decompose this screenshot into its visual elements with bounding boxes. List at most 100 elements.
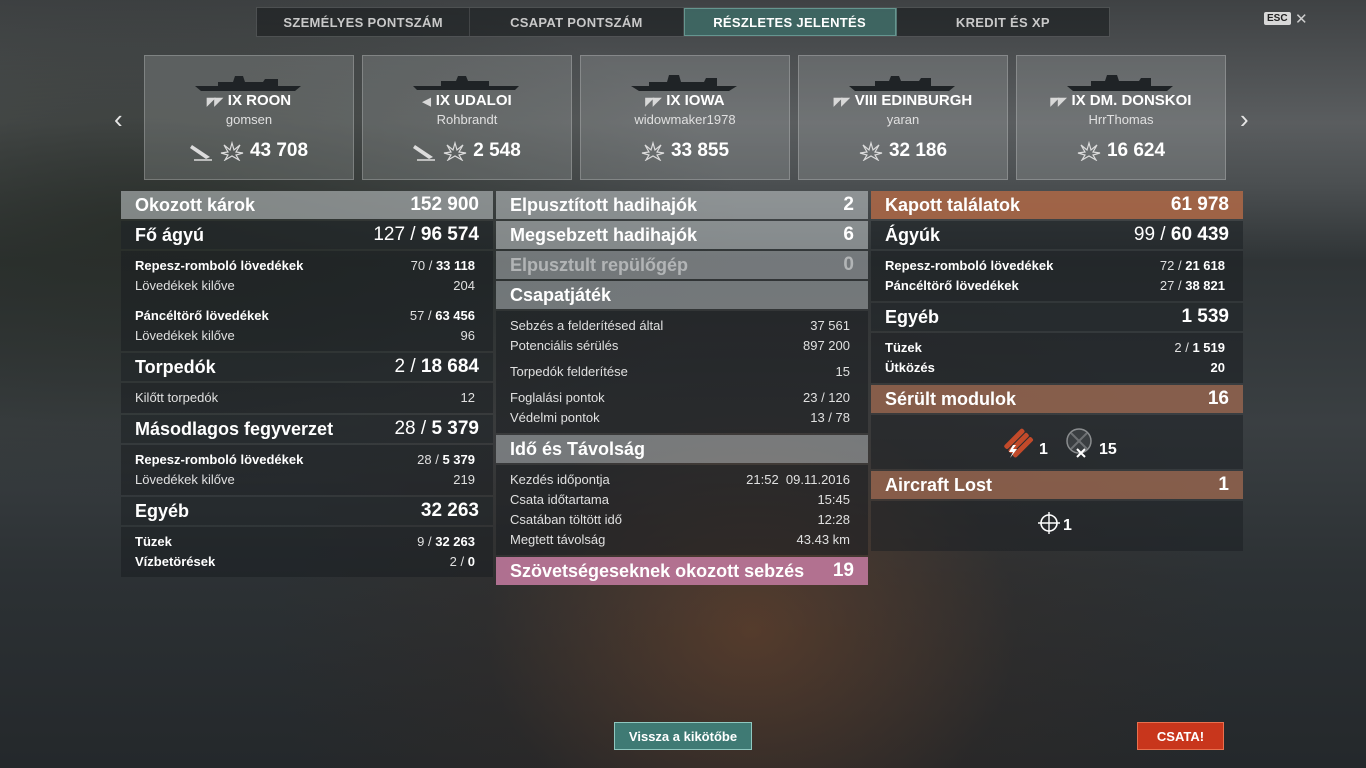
stat-row: Kezdés időpontja 21:52 09.11.2016: [510, 471, 850, 487]
ship-name: EDINBURGH: [881, 92, 973, 109]
close-icon[interactable]: ✕: [1295, 10, 1308, 28]
main-battery-header: Fő ágyú 127 / 96 574: [121, 221, 493, 249]
damage-received-panel: Kapott találatok 61 978 Ágyúk 99 / 60 439 …: [871, 191, 1243, 553]
ship-name: ROON: [246, 92, 292, 109]
sunk-ship-icon: [189, 145, 212, 161]
damaged-modules-header: Sérült modulok 16: [871, 385, 1243, 413]
player-name: Rohbrandt: [436, 112, 498, 127]
ships-destroyed-header: Elpusztított hadihajók 2: [496, 191, 868, 219]
planes-destroyed-header: Elpusztult repülőgép 0: [496, 251, 868, 279]
damage-burst-icon: [1077, 141, 1101, 161]
stat-row: Vízbetörések 2 / 0: [135, 553, 475, 569]
stat-row: Kilőtt torpedók 12: [135, 389, 475, 405]
ship-score: 33 855: [670, 140, 730, 161]
ship-name: IOWA: [684, 92, 725, 109]
crosshair-icon: [1038, 512, 1060, 534]
stat-row: Potenciális sérülés 897 200: [510, 337, 850, 353]
time-distance-rows: Kezdés időpontja 21:52 09.11.2016 Csata i…: [496, 465, 868, 555]
esc-key-badge[interactable]: ESC: [1264, 12, 1291, 25]
ship-tier: VIII: [854, 92, 878, 109]
torpedoes-rows: Kilőtt torpedók 12: [121, 383, 493, 413]
stat-row: Lövedékek kilőve 96: [135, 327, 475, 343]
time-distance-header: Idő és Távolság: [496, 435, 868, 463]
other-damage-header: Egyéb 32 263: [121, 497, 493, 525]
ship-silhouette-icon: [849, 76, 955, 91]
player-name: yaran: [886, 112, 920, 127]
teamplay-rows: Sebzés a felderítésed által 37 561 Potenc…: [496, 311, 868, 433]
ship-class-icon: ◤◤: [833, 96, 850, 108]
ship-silhouette-icon: [631, 75, 737, 91]
ship-class-icon: ◤◤: [206, 96, 223, 108]
chevron-left-icon[interactable]: ‹: [114, 104, 123, 135]
stat-row: Lövedékek kilőve 219: [135, 471, 475, 487]
damage-dealt-header: Okozott károk 152 900: [121, 191, 493, 219]
ship-score: 32 186: [888, 140, 948, 161]
ship-score: 43 708: [249, 140, 309, 161]
ship-score: 2 548: [473, 140, 521, 161]
stat-row: Tüzek 9 / 32 263: [135, 533, 475, 549]
stat-row: Páncéltörő lövedékek 27 / 38 821: [885, 277, 1225, 293]
other-received-header: Egyéb 1 539: [871, 303, 1243, 331]
ship-class-icon: ◀: [422, 96, 431, 108]
back-to-port-button[interactable]: Vissza a kikötőbe: [614, 722, 752, 750]
hits-received-header: Kapott találatok 61 978: [871, 191, 1243, 219]
stat-row: Repesz-romboló lövedékek 28 / 5 379: [135, 451, 475, 467]
ally-damage-header: Szövetségeseknek okozott sebzés 19: [496, 557, 868, 585]
tab-credits-xp[interactable]: KREDIT ÉS XP: [897, 8, 1109, 36]
player-name: gomsen: [225, 112, 273, 127]
tab-detailed-report[interactable]: RÉSZLETES JELENTÉS: [683, 8, 897, 36]
stat-row: Foglalási pontok 23 / 120: [510, 389, 850, 405]
stat-row: Lövedékek kilőve 204: [135, 277, 475, 293]
main-gun-damaged-icon: [1066, 428, 1092, 458]
sunk-ship-icon: [413, 145, 436, 161]
damage-burst-icon: [859, 141, 883, 161]
guns-received-header: Ágyúk 99 / 60 439: [871, 221, 1243, 249]
battle-summary-panel: Elpusztított hadihajók 2 Megsebzett hadih…: [496, 191, 868, 587]
ship-tier: IX: [666, 92, 681, 109]
ship-card[interactable]: ◀ IX UDALOI Rohbrandt 2 548: [362, 55, 572, 180]
other-damage-rows: Tüzek 9 / 32 263 Vízbetörések 2 / 0: [121, 527, 493, 577]
ship-silhouette-icon: [413, 76, 519, 90]
stat-row: Tüzek 2 / 1 519: [885, 339, 1225, 355]
ships-damaged-header: Megsebzett hadihajók 6: [496, 221, 868, 249]
ship-class-icon: ◤◤: [1050, 96, 1067, 108]
torpedo-tubes-damaged-icon: [1004, 428, 1034, 458]
ship-score: 16 624: [1106, 140, 1166, 161]
ship-class-icon: ◤◤: [645, 96, 661, 108]
other-received-rows: Tüzek 2 / 1 519 Ütközés 20: [871, 333, 1243, 383]
ship-name: DM. DONSKOI: [1089, 92, 1192, 109]
damage-burst-icon: [641, 141, 665, 161]
ship-silhouette-icon: [195, 76, 301, 91]
guns-received-rows: Repesz-romboló lövedékek 72 / 21 618 Pánc…: [871, 251, 1243, 301]
chevron-right-icon[interactable]: ›: [1240, 104, 1249, 135]
ship-name: UDALOI: [454, 92, 512, 109]
player-name: HrrThomas: [1088, 112, 1154, 127]
stat-row: Torpedók felderítése 15: [510, 363, 850, 379]
aircraft-lost-header: Aircraft Lost 1: [871, 471, 1243, 499]
battle-button[interactable]: CSATA!: [1137, 722, 1224, 750]
secondary-rows: Repesz-romboló lövedékek 28 / 5 379 Löved…: [121, 445, 493, 495]
tab-bar: SZEMÉLYES PONTSZÁM CSAPAT PONTSZÁM RÉSZL…: [256, 7, 1110, 37]
stat-row: Páncéltörő lövedékek 57 / 63 456: [135, 307, 475, 323]
aircraft-lost-icons: 1: [871, 501, 1243, 551]
stat-row: Repesz-romboló lövedékek 72 / 21 618: [885, 257, 1225, 273]
tab-personal-score[interactable]: SZEMÉLYES PONTSZÁM: [257, 8, 471, 36]
stat-row: Ütközés 20: [885, 359, 1225, 375]
teamplay-header: Csapatjáték: [496, 281, 868, 309]
ship-card[interactable]: ◤◤ IX DM. DONSKOI HrrThomas 16 624: [1016, 55, 1226, 180]
stat-row: Védelmi pontok 13 / 78: [510, 409, 850, 425]
tab-team-score[interactable]: CSAPAT PONTSZÁM: [470, 8, 684, 36]
ship-tier: IX: [1071, 92, 1086, 109]
stat-row: Repesz-romboló lövedékek 70 / 33 118: [135, 257, 475, 273]
damage-burst-icon: [444, 141, 467, 161]
stat-row: Csata időtartama 15:45: [510, 491, 850, 507]
ship-silhouette-icon: [1067, 75, 1173, 91]
stat-row: Sebzés a felderítésed által 37 561: [510, 317, 850, 333]
ship-card[interactable]: ◤◤ IX IOWA widowmaker1978 33 855: [580, 55, 790, 180]
stat-row: Csatában töltött idő 12:28: [510, 511, 850, 527]
damaged-modules-icons: 1 15: [871, 415, 1243, 469]
ship-card[interactable]: ◤◤ VIII EDINBURGH yaran 32 186: [798, 55, 1008, 180]
ship-tier: IX: [435, 92, 450, 109]
ship-card[interactable]: ◤◤ IX ROON gomsen 43 708: [144, 55, 354, 180]
damage-dealt-panel: Okozott károk 152 900 Fő ágyú 127 / 96 574…: [121, 191, 493, 579]
